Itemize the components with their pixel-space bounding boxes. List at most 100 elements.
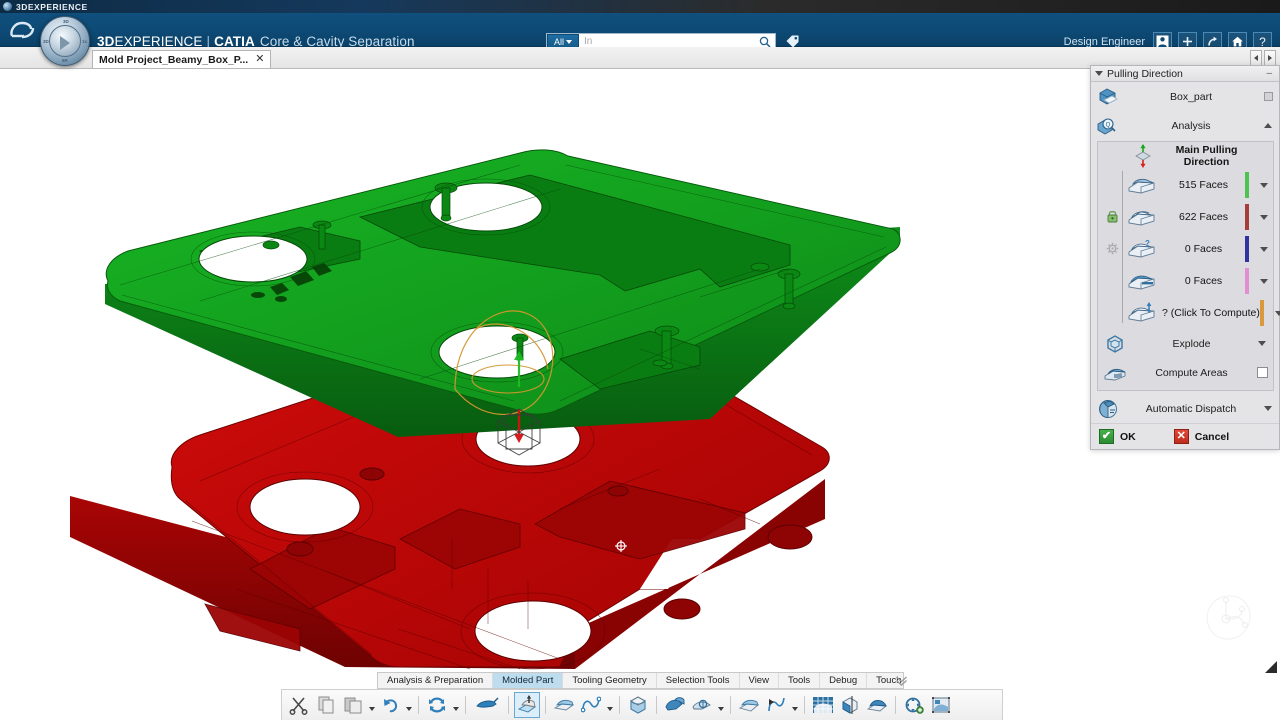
face-row-cavity[interactable]: 622 Faces xyxy=(1122,201,1273,233)
analysis-collapse-button[interactable] xyxy=(1257,123,1279,128)
sweep-dropdown[interactable] xyxy=(790,692,799,718)
compass-label-north: 3D xyxy=(63,19,69,24)
join-dropdown[interactable] xyxy=(716,692,725,718)
chevron-down-icon xyxy=(1260,279,1268,284)
part-cube-icon xyxy=(1091,87,1125,107)
svg-text:Q: Q xyxy=(1106,122,1111,128)
tab-tooling-geometry[interactable]: Tooling Geometry xyxy=(563,673,656,688)
chevron-down-icon xyxy=(1260,215,1268,220)
face-color-swatch xyxy=(1260,300,1264,326)
3d-viewport[interactable] xyxy=(0,69,1280,720)
cancel-button-icon[interactable]: ✕ xyxy=(1174,429,1189,444)
compass-widget[interactable]: 3D 1x 6R 3D xyxy=(40,16,90,66)
chevron-right-icon[interactable] xyxy=(1264,50,1276,66)
toolbar-separator xyxy=(508,696,509,714)
cancel-button[interactable]: Cancel xyxy=(1195,431,1229,443)
face-row-other[interactable]: 0 Faces xyxy=(1122,265,1273,297)
face-color-swatch xyxy=(1245,268,1249,294)
search-input[interactable] xyxy=(579,36,755,47)
ok-button[interactable]: OK xyxy=(1120,431,1136,443)
paste-button[interactable] xyxy=(340,692,366,718)
update-button[interactable] xyxy=(424,692,450,718)
chevron-down-icon xyxy=(792,707,798,711)
panel-minimize-button[interactable]: – xyxy=(1266,69,1275,79)
measure-button[interactable] xyxy=(901,692,927,718)
toolbar-separator xyxy=(418,696,419,714)
explode-row[interactable]: Explode xyxy=(1098,329,1273,358)
explode-expand-button[interactable] xyxy=(1251,341,1273,346)
analysis-grid-button[interactable] xyxy=(810,692,836,718)
main-pulling-direction-row[interactable]: Main Pulling Direction xyxy=(1098,142,1273,169)
compass-play-icon[interactable] xyxy=(60,36,70,50)
chevron-down-icon xyxy=(1260,183,1268,188)
pulling-direction-panel: Pulling Direction – Box_part xyxy=(1090,65,1280,450)
curve-spline-icon xyxy=(581,696,601,714)
chevron-down-icon xyxy=(453,707,459,711)
main-pulling-direction-label: Main Pulling Direction xyxy=(1158,144,1273,168)
pulling-direction-tool-button[interactable] xyxy=(514,692,540,718)
face-count-label: 622 Faces xyxy=(1162,211,1245,223)
face-row-compute[interactable]: ? (Click To Compute) xyxy=(1122,297,1273,329)
analysis-row[interactable]: Q Analysis xyxy=(1091,111,1279,140)
os-window-title: 3DEXPERIENCE xyxy=(16,2,88,12)
curve-dropdown[interactable] xyxy=(605,692,614,718)
part-select-button[interactable] xyxy=(1257,92,1279,101)
select-box-icon xyxy=(1264,92,1273,101)
capture-button[interactable] xyxy=(928,692,954,718)
compute-areas-row[interactable]: Compute Areas xyxy=(1098,358,1273,387)
face-expand-button[interactable] xyxy=(1255,215,1273,220)
paste-dropdown[interactable] xyxy=(367,692,376,718)
close-icon[interactable]: ✕ xyxy=(255,54,264,65)
core-cavity-button[interactable] xyxy=(625,692,651,718)
chevron-left-icon[interactable] xyxy=(1250,50,1262,66)
copy-button[interactable] xyxy=(313,692,339,718)
automatic-dispatch-icon xyxy=(1091,398,1125,420)
document-tab[interactable]: Mold Project_Beamy_Box_P... ✕ xyxy=(92,50,271,68)
document-tab-strip: Mold Project_Beamy_Box_P... ✕ xyxy=(0,47,1280,69)
undo-arrow-icon xyxy=(380,695,400,715)
chevron-down-icon xyxy=(369,707,375,711)
3d-model-scene[interactable] xyxy=(0,69,1280,720)
extract-button[interactable] xyxy=(662,692,688,718)
sweep-button[interactable] xyxy=(763,692,789,718)
tab-analysis-preparation[interactable]: Analysis & Preparation xyxy=(378,673,493,688)
app-logo-icon xyxy=(3,2,12,11)
ok-button-icon[interactable]: ✔ xyxy=(1099,429,1114,444)
dassault-systemes-logo xyxy=(8,19,44,41)
face-expand-button[interactable] xyxy=(1255,183,1273,188)
catia-application-window: 3DEXPERIENCE 3D 1x 6R 3D 3DEXPERIENCE|CA… xyxy=(0,0,1280,720)
tab-molded-part[interactable]: Molded Part xyxy=(493,673,563,688)
join-button[interactable] xyxy=(689,692,715,718)
surface-button[interactable] xyxy=(551,692,577,718)
shell-button[interactable] xyxy=(864,692,890,718)
curve-button[interactable] xyxy=(578,692,604,718)
face-expand-button[interactable] xyxy=(1255,247,1273,252)
triangle-down-icon[interactable] xyxy=(1095,71,1103,76)
chevron-double-down-icon[interactable] xyxy=(893,672,909,689)
tab-tools[interactable]: Tools xyxy=(779,673,820,688)
measure-gear-icon xyxy=(904,695,924,715)
face-row-core[interactable]: 515 Faces xyxy=(1122,169,1273,201)
undo-dropdown[interactable] xyxy=(404,692,413,718)
compass-label-west: 3D xyxy=(43,39,49,44)
shell-dome-icon xyxy=(867,696,887,714)
face-expand-button[interactable] xyxy=(1270,311,1280,316)
face-row-undefined[interactable]: ? 0 Faces xyxy=(1122,233,1273,265)
update-dropdown[interactable] xyxy=(451,692,460,718)
paste-icon xyxy=(343,695,363,715)
parting-line-button[interactable] xyxy=(471,692,503,718)
automatic-dispatch-row[interactable]: Automatic Dispatch xyxy=(1091,394,1279,423)
tab-debug[interactable]: Debug xyxy=(820,673,867,688)
compute-areas-checkbox[interactable] xyxy=(1251,367,1273,378)
part-row[interactable]: Box_part xyxy=(1091,82,1279,111)
sweep-arrow-icon xyxy=(766,696,786,714)
split-button[interactable] xyxy=(837,692,863,718)
tab-selection-tools[interactable]: Selection Tools xyxy=(657,673,740,688)
fill-button[interactable] xyxy=(736,692,762,718)
face-expand-button[interactable] xyxy=(1255,279,1273,284)
undo-button[interactable] xyxy=(377,692,403,718)
core-plate-green[interactable] xyxy=(105,150,900,437)
automatic-dispatch-expand-button[interactable] xyxy=(1257,406,1279,411)
cut-button[interactable] xyxy=(286,692,312,718)
tab-view[interactable]: View xyxy=(740,673,779,688)
